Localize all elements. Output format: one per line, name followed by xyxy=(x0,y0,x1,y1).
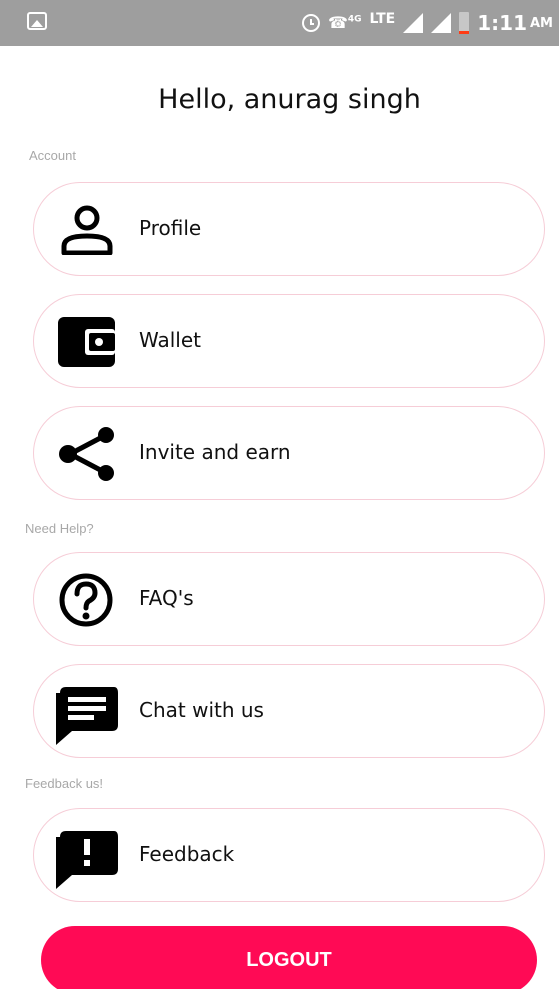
greeting-title: Hello, anurag singh xyxy=(158,84,421,115)
section-label-help: Need Help? xyxy=(25,521,94,536)
profile-item[interactable]: Profile xyxy=(33,182,545,276)
share-icon xyxy=(56,427,118,481)
status-bar: ☎4G LTE 1:11 AM xyxy=(0,0,559,46)
feedback-item[interactable]: Feedback xyxy=(33,808,545,902)
wallet-icon xyxy=(56,317,118,367)
invite-label: Invite and earn xyxy=(139,440,291,464)
battery-icon xyxy=(459,12,470,34)
chat-icon xyxy=(56,687,118,745)
wallet-label: Wallet xyxy=(139,328,202,352)
status-icons: ☎4G LTE 1:11 AM xyxy=(294,0,553,46)
settings-screen: ☎4G LTE 1:11 AM Hello, anurag singh Acco… xyxy=(0,0,559,989)
faq-label: FAQ's xyxy=(139,586,194,610)
volte-call-icon: ☎4G xyxy=(327,13,362,32)
clock-ampm: AM xyxy=(530,15,553,31)
section-label-feedback: Feedback us! xyxy=(25,776,104,791)
feedback-icon xyxy=(56,831,118,889)
chat-label: Chat with us xyxy=(139,698,264,722)
gallery-icon xyxy=(27,12,47,30)
chat-item[interactable]: Chat with us xyxy=(33,664,545,758)
signal-icon xyxy=(431,13,452,33)
feedback-label: Feedback xyxy=(139,842,235,866)
person-icon xyxy=(56,205,118,256)
profile-label: Profile xyxy=(139,216,202,240)
alarm-icon xyxy=(301,14,320,32)
faq-item[interactable]: FAQ's xyxy=(33,552,545,646)
logout-button[interactable]: LOGOUT xyxy=(41,926,537,989)
clock-time: 1:11 xyxy=(477,11,527,35)
signal-icon xyxy=(403,13,424,33)
wallet-item[interactable]: Wallet xyxy=(33,294,545,388)
lte-label: LTE xyxy=(369,11,396,27)
invite-item[interactable]: Invite and earn xyxy=(33,406,545,500)
help-circle-icon xyxy=(56,573,118,627)
section-label-account: Account xyxy=(29,148,76,163)
